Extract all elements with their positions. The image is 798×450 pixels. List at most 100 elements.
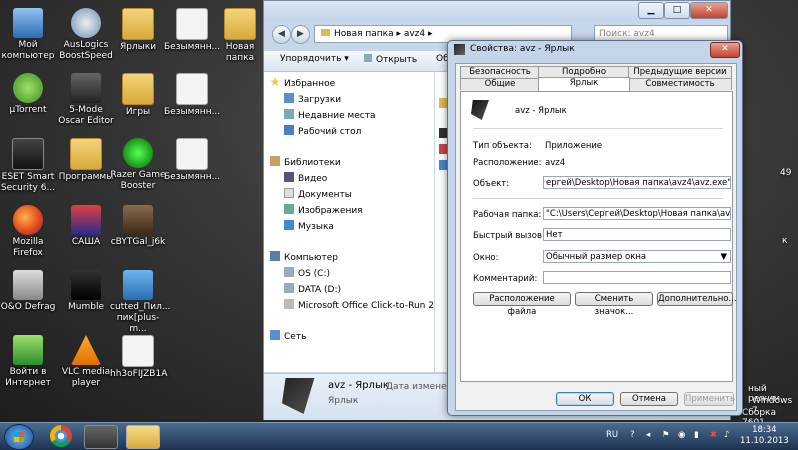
cutted-audio-icon[interactable]: cutted_Пил... пик[plus-m... <box>110 270 170 335</box>
tray-app-icon[interactable]: ◉ <box>678 430 685 440</box>
nav-drive-d[interactable]: DATA (D:) <box>284 283 341 297</box>
clock[interactable]: 18:34 11.10.2013 <box>740 425 789 447</box>
separator <box>473 198 723 199</box>
ok-button[interactable]: ОК <box>556 392 614 406</box>
type-value: Приложение <box>545 141 603 151</box>
nav-music[interactable]: Музыка <box>284 220 334 234</box>
blank-file-icon <box>176 138 208 170</box>
tray-alert-icon[interactable]: ✖ <box>710 430 717 440</box>
game-taskbar-icon[interactable] <box>84 425 118 449</box>
hh3o-icon[interactable]: hh3oFIJZB1A <box>110 335 167 380</box>
eset-logo-icon <box>12 138 44 170</box>
tab-previous-versions[interactable]: Предыдущие версии <box>628 66 732 78</box>
nav-desktop[interactable]: Рабочий стол <box>284 125 361 139</box>
programs-folder-icon[interactable]: Программы <box>58 138 114 183</box>
nav-favorites[interactable]: Избранное <box>270 77 335 91</box>
untitled-3-icon[interactable]: Безымянн... <box>164 138 220 183</box>
untitled-1-icon[interactable]: Безымянн... <box>164 8 220 53</box>
mouse-icon <box>71 73 101 103</box>
music-note-icon <box>123 270 153 300</box>
open-button[interactable]: Открыть <box>364 54 417 65</box>
new-folder-icon[interactable]: Новая папка <box>216 8 264 64</box>
nav-office[interactable]: Microsoft Office Click-to-Run 2 <box>284 299 434 313</box>
firefox-icon[interactable]: Mozilla Firefox <box>0 205 56 259</box>
internet-logo-icon <box>13 335 43 365</box>
shortcut-name: avz - Ярлык <box>515 106 567 116</box>
hotkey-label: Быстрый вызов: <box>473 231 545 241</box>
window-select[interactable]: Обычный размер окна ▼ <box>543 250 731 263</box>
nav-video[interactable]: Видео <box>284 172 327 186</box>
desktop-icon <box>284 125 294 135</box>
workdir-input[interactable]: "C:\Users\Сергей\Desktop\Новая папка\avz… <box>543 207 731 220</box>
tab-shortcut[interactable]: Ярлык <box>538 77 630 91</box>
mumble-icon[interactable]: Mumble <box>58 270 114 313</box>
cancel-button[interactable]: Отмена <box>620 392 678 406</box>
volume-icon[interactable]: ♪ <box>724 430 729 440</box>
dialog-close-button[interactable]: ✕ <box>710 42 740 58</box>
nav-network[interactable]: Сеть <box>270 330 306 344</box>
window-label: Окно: <box>473 253 499 263</box>
apply-button[interactable]: Применить <box>684 392 735 406</box>
target-input[interactable]: ергей\Desktop\Новая папка\avz4\avz.exe" … <box>543 176 731 189</box>
details-type: Ярлык <box>328 396 359 406</box>
cbytgal-icon[interactable]: cBYTGal_j6k <box>110 205 166 248</box>
open-icon <box>364 54 372 62</box>
internet-login-icon[interactable]: Войти в Интернет <box>0 335 56 389</box>
oo-defrag-icon[interactable]: O&O Defrag <box>0 270 56 313</box>
change-icon-button[interactable]: Сменить значок... <box>575 292 653 317</box>
nav-downloads[interactable]: Загрузки <box>284 93 341 107</box>
nav-libraries[interactable]: Библиотеки <box>270 156 341 170</box>
open-file-location-button[interactable]: Расположение файла <box>473 292 571 317</box>
games-folder-icon[interactable]: Игры <box>110 73 166 118</box>
recent-places-icon <box>284 109 294 119</box>
drive-icon <box>284 267 294 277</box>
minimize-button[interactable]: ▁ <box>638 2 664 19</box>
my-computer-icon[interactable]: Мой компьютер <box>0 8 56 62</box>
chevron-down-icon: ▼ <box>720 252 727 262</box>
eset-icon[interactable]: ESET Smart Security 6... <box>0 138 56 194</box>
tray-arrow-icon[interactable]: ◂ <box>646 430 650 440</box>
shortcuts-folder-icon[interactable]: Ярлыки <box>110 8 166 53</box>
hotkey-input[interactable]: Нет <box>543 228 731 241</box>
nav-drive-c[interactable]: OS (C:) <box>284 267 330 281</box>
chrome-taskbar-icon[interactable] <box>50 425 72 447</box>
nav-recent[interactable]: Недавние места <box>284 109 376 123</box>
back-button[interactable]: ◀ <box>272 25 291 44</box>
navigation-pane: Избранное Загрузки Недавние места Рабочи… <box>264 72 434 372</box>
folder-icon <box>70 138 102 170</box>
vlc-icon[interactable]: VLC media player <box>58 335 114 389</box>
organize-button[interactable]: Упорядочить ▾ <box>280 54 349 64</box>
language-indicator[interactable]: RU <box>606 430 618 440</box>
nav-computer[interactable]: Компьютер <box>270 251 338 265</box>
vlc-cone-icon <box>71 335 101 365</box>
explorer-close-button[interactable]: ✕ <box>690 2 728 19</box>
images-icon <box>284 204 294 214</box>
explorer-taskbar-icon[interactable] <box>126 425 160 449</box>
clock-time: 18:34 <box>752 425 777 435</box>
help-icon[interactable]: ? <box>630 430 635 440</box>
explorer-titlebar[interactable]: ▁ □ ✕ <box>264 1 730 21</box>
tray-flag-icon[interactable]: ⚑ <box>662 430 670 440</box>
sasha-icon[interactable]: САША <box>58 205 114 248</box>
oscar-editor-icon[interactable]: 5-Mode Oscar Editor <box>58 73 114 127</box>
utorrent-icon[interactable]: µTorrent <box>0 73 56 116</box>
maximize-button[interactable]: □ <box>664 2 690 19</box>
workdir-label: Рабочая папка: <box>473 210 542 220</box>
location-label: Расположение: <box>473 158 542 168</box>
auslogics-icon[interactable]: AusLogics BoostSpeed <box>58 8 114 62</box>
nav-documents[interactable]: Документы <box>284 188 352 202</box>
untitled-2-icon[interactable]: Безымянн... <box>164 73 220 118</box>
razer-icon[interactable]: Razer Game Booster <box>110 138 166 192</box>
start-button[interactable] <box>4 424 34 450</box>
comment-input[interactable] <box>543 271 731 284</box>
network-icon[interactable]: ▮ <box>694 430 699 440</box>
tab-compatibility[interactable]: Совместимость <box>628 78 732 90</box>
star-icon <box>270 77 280 87</box>
tab-general[interactable]: Общие <box>460 78 540 90</box>
computer-icon <box>270 251 280 261</box>
folder-small-icon <box>321 29 330 36</box>
forward-button[interactable]: ▶ <box>291 25 310 44</box>
advanced-button[interactable]: Дополнительно... <box>657 292 737 306</box>
nav-images[interactable]: Изображения <box>284 204 363 218</box>
tab-security[interactable]: Безопасность <box>460 66 540 78</box>
